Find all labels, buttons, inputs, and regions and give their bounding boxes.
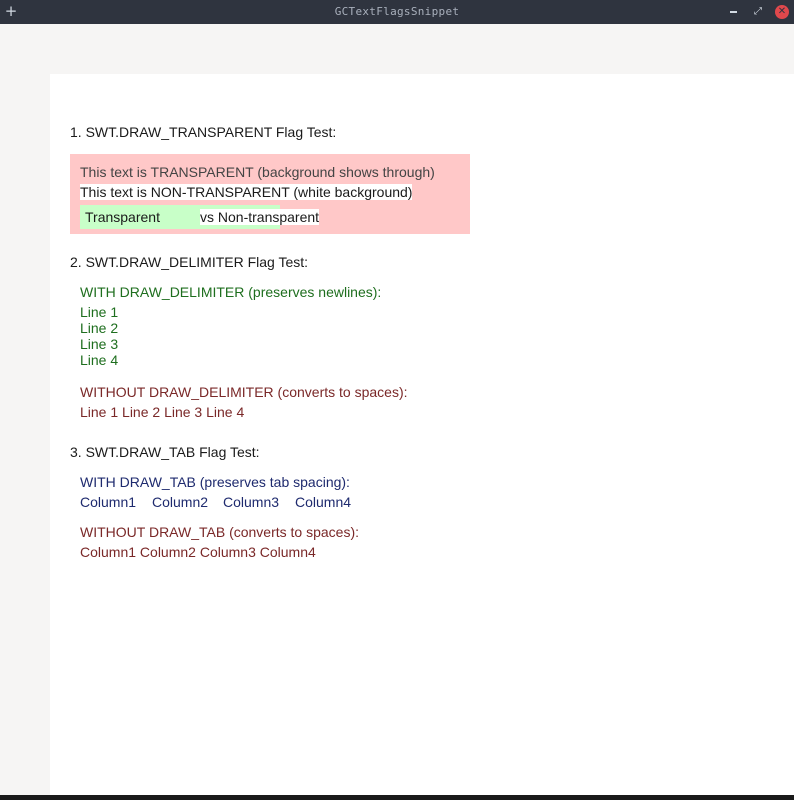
transparent-text-line: This text is TRANSPARENT (background sho… bbox=[80, 164, 435, 180]
mixed-non-transparent-text: vs Non-transparent bbox=[200, 209, 320, 225]
delimiter-line: Line 3 bbox=[80, 336, 119, 352]
tab-column: Column1 bbox=[80, 494, 137, 510]
bottom-edge bbox=[0, 795, 794, 800]
close-icon[interactable]: ✕ bbox=[775, 5, 789, 19]
delimiter-line: Line 2 bbox=[80, 320, 119, 336]
section-heading-delimiter: 2. SWT.DRAW_DELIMITER Flag Test: bbox=[70, 254, 309, 270]
window-title: GCTextFlagsSnippet bbox=[334, 5, 460, 18]
tab-column: Column3 bbox=[223, 494, 280, 510]
tab-with-label: WITH DRAW_TAB (preserves tab spacing): bbox=[80, 474, 350, 490]
section-heading-transparent: 1. SWT.DRAW_TRANSPARENT Flag Test: bbox=[70, 124, 337, 140]
tab-without-text: Column1 Column2 Column3 Column4 bbox=[80, 544, 316, 560]
delimiter-without-label: WITHOUT DRAW_DELIMITER (converts to spac… bbox=[80, 384, 408, 400]
delimiter-without-text: Line 1 Line 2 Line 3 Line 4 bbox=[80, 404, 245, 420]
delimiter-line: Line 4 bbox=[80, 352, 119, 368]
minimize-icon[interactable] bbox=[730, 11, 737, 13]
mixed-transparent-text: Transparent bbox=[85, 209, 160, 225]
new-window-icon[interactable]: + bbox=[3, 2, 19, 20]
maximize-icon[interactable]: ⤢ bbox=[752, 5, 764, 19]
tab-without-label: WITHOUT DRAW_TAB (converts to spaces): bbox=[80, 524, 360, 540]
non-transparent-text-line: This text is NON-TRANSPARENT (white back… bbox=[80, 184, 413, 200]
section-heading-tab: 3. SWT.DRAW_TAB Flag Test: bbox=[70, 444, 260, 460]
delimiter-line: Line 1 bbox=[80, 304, 119, 320]
tab-column: Column4 bbox=[295, 494, 352, 510]
delimiter-with-label: WITH DRAW_DELIMITER (preserves newlines)… bbox=[80, 284, 382, 300]
tab-column: Column2 bbox=[152, 494, 209, 510]
